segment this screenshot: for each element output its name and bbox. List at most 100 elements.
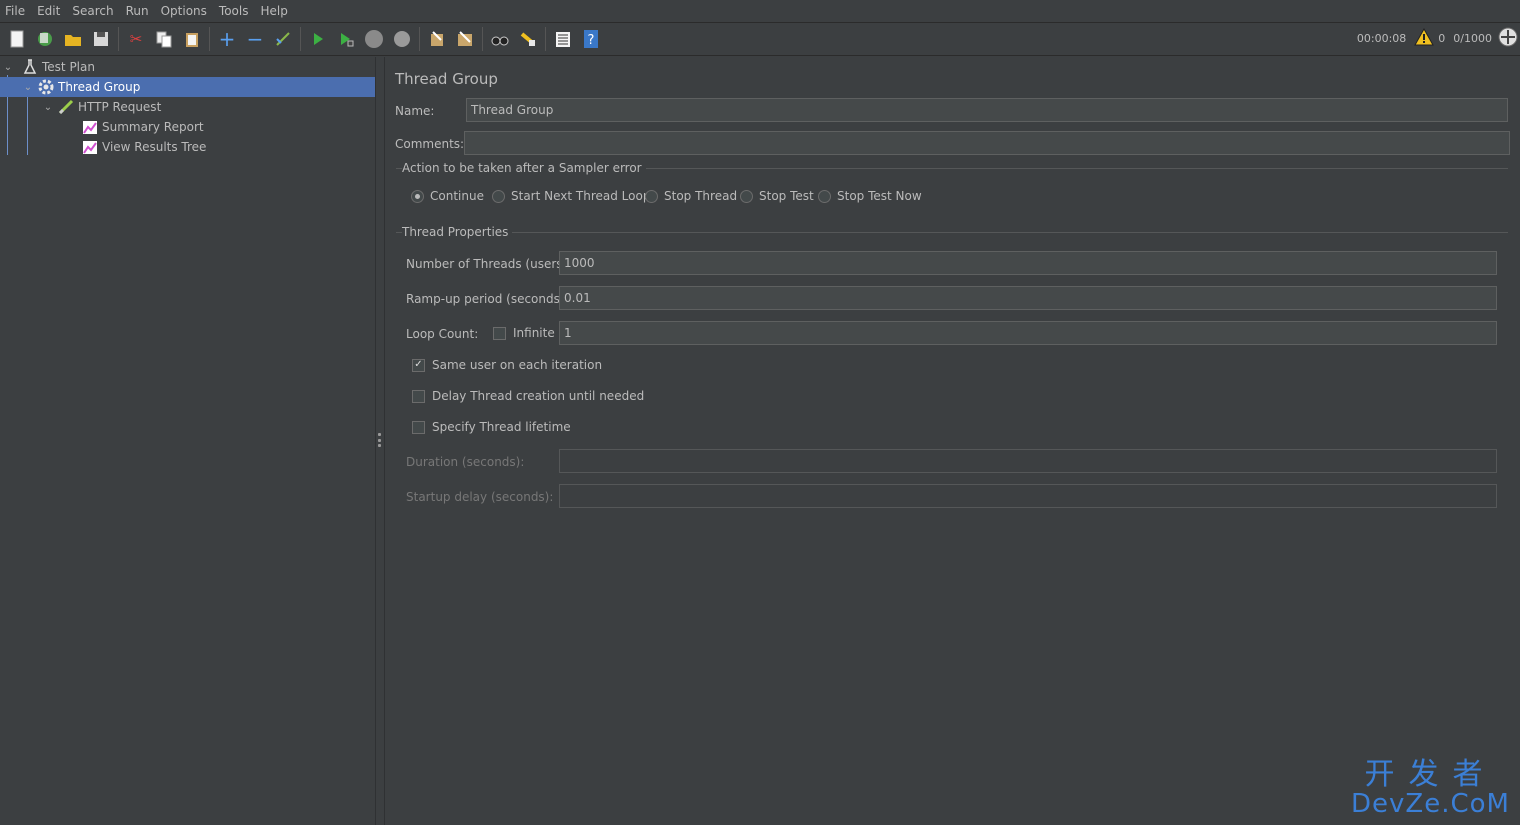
menu-search[interactable]: Search — [66, 4, 119, 18]
stop-icon[interactable] — [363, 28, 385, 50]
copy-icon[interactable] — [153, 28, 175, 50]
panel-title: Thread Group — [395, 70, 498, 88]
threads-label: Number of Threads (users): — [406, 257, 572, 271]
tree-item-summary-report[interactable]: Summary Report — [0, 117, 204, 137]
menu-options[interactable]: Options — [155, 4, 213, 18]
tree-item-test-plan[interactable]: ⌄ Test Plan — [2, 57, 95, 77]
radio-button-selected[interactable] — [411, 189, 424, 203]
rampup-input[interactable]: 0.01 — [559, 286, 1497, 310]
templates-icon[interactable] — [34, 28, 56, 50]
chevron-down-icon[interactable]: ⌄ — [2, 62, 14, 73]
loop-count-input[interactable]: 1 — [559, 321, 1497, 345]
watermark-logo: 开发者 DevZe.CoM — [1351, 759, 1510, 818]
menu-bar: File Edit Search Run Options Tools Help — [0, 0, 1520, 22]
help-icon[interactable]: ? — [580, 28, 602, 50]
listener-icon — [82, 119, 98, 135]
tree-item-label: Test Plan — [42, 60, 95, 74]
startup-delay-input — [559, 484, 1497, 508]
section-border — [396, 232, 1508, 233]
delay-thread-row[interactable]: Delay Thread creation until needed — [412, 389, 644, 403]
new-icon[interactable] — [6, 28, 28, 50]
same-user-checkbox[interactable]: ✓ — [412, 358, 425, 372]
tree-item-thread-group[interactable]: ⌄ Thread Group — [0, 77, 375, 97]
thread-properties-title: Thread Properties — [402, 225, 513, 239]
thread-lifetime-label: Specify Thread lifetime — [432, 420, 571, 434]
chevron-down-icon[interactable]: ⌄ — [22, 82, 34, 93]
start-icon[interactable] — [307, 28, 329, 50]
sampler-icon — [58, 99, 74, 115]
toolbar-separator — [482, 27, 483, 51]
infinite-checkbox-row[interactable]: Infinite — [493, 326, 555, 340]
duration-label: Duration (seconds): — [406, 455, 525, 469]
open-icon[interactable] — [62, 28, 84, 50]
toolbar-separator — [419, 27, 420, 51]
save-icon[interactable] — [90, 28, 112, 50]
toolbar-separator — [300, 27, 301, 51]
radio-button[interactable] — [645, 189, 658, 203]
test-plan-icon — [22, 59, 38, 75]
status-area: 00:00:08 0 0/1000 — [1353, 27, 1518, 50]
warning-count: 0 — [1438, 32, 1446, 45]
chevron-down-icon[interactable]: ⌄ — [42, 102, 54, 113]
name-label: Name: — [395, 104, 435, 118]
cut-icon[interactable]: ✂ — [125, 28, 147, 50]
radio-start-next-loop[interactable]: Start Next Thread Loop — [492, 189, 650, 203]
radio-continue[interactable]: Continue — [411, 189, 484, 203]
toggle-icon[interactable] — [272, 28, 294, 50]
thread-group-icon — [38, 79, 54, 95]
radio-stop-test-now[interactable]: Stop Test Now — [818, 189, 922, 203]
tree-item-http-request[interactable]: ⌄ HTTP Request — [0, 97, 161, 117]
threads-input[interactable]: 1000 — [559, 251, 1497, 275]
remote-status-icon[interactable] — [1498, 27, 1518, 50]
toolbar: ✂ + − ? — [0, 22, 1520, 56]
split-grip-icon[interactable] — [378, 433, 381, 447]
warning-icon[interactable] — [1414, 27, 1435, 49]
tree-item-label: View Results Tree — [102, 140, 207, 154]
radio-stop-test[interactable]: Stop Test — [740, 189, 814, 203]
loop-count-label: Loop Count: — [406, 327, 479, 341]
function-helper-icon[interactable] — [552, 28, 574, 50]
toolbar-separator — [118, 27, 119, 51]
clear-icon[interactable] — [426, 28, 448, 50]
comments-input[interactable] — [464, 131, 1510, 155]
tree-item-view-results-tree[interactable]: View Results Tree — [0, 137, 206, 157]
toolbar-separator — [209, 27, 210, 51]
duration-input — [559, 449, 1497, 473]
tree-item-label: HTTP Request — [78, 100, 162, 114]
delay-thread-checkbox[interactable] — [412, 389, 425, 403]
search-icon[interactable] — [489, 28, 511, 50]
name-input[interactable]: Thread Group — [466, 98, 1508, 122]
radio-button[interactable] — [740, 189, 753, 203]
toolbar-separator — [545, 27, 546, 51]
shutdown-icon[interactable] — [391, 28, 413, 50]
radio-label: Stop Test Now — [837, 189, 922, 203]
same-user-label: Same user on each iteration — [432, 358, 603, 372]
test-plan-tree: ⌄ Test Plan ⌄ Thread Group ⌄ HTTP Reques… — [0, 57, 375, 825]
elapsed-time: 00:00:08 — [1356, 32, 1407, 45]
same-user-row[interactable]: ✓ Same user on each iteration — [412, 358, 602, 372]
infinite-checkbox[interactable] — [493, 326, 506, 340]
listener-icon — [82, 139, 98, 155]
sampler-error-title: Action to be taken after a Sampler error — [402, 161, 646, 175]
thread-lifetime-row[interactable]: Specify Thread lifetime — [412, 420, 571, 434]
delay-thread-label: Delay Thread creation until needed — [432, 389, 645, 403]
infinite-label: Infinite — [513, 326, 555, 340]
reset-search-icon[interactable] — [517, 28, 539, 50]
tree-item-label: Thread Group — [58, 80, 141, 94]
menu-run[interactable]: Run — [120, 4, 155, 18]
menu-file[interactable]: File — [0, 4, 31, 18]
menu-help[interactable]: Help — [254, 4, 293, 18]
radio-button[interactable] — [492, 189, 505, 203]
clear-all-icon[interactable] — [454, 28, 476, 50]
paste-icon[interactable] — [181, 28, 203, 50]
thread-lifetime-checkbox[interactable] — [412, 420, 425, 434]
radio-label: Stop Test — [759, 189, 814, 203]
collapse-icon[interactable]: − — [244, 28, 266, 50]
start-no-pause-icon[interactable] — [335, 28, 357, 50]
radio-stop-thread[interactable]: Stop Thread — [645, 189, 737, 203]
menu-edit[interactable]: Edit — [31, 4, 66, 18]
menu-tools[interactable]: Tools — [213, 4, 255, 18]
rampup-label: Ramp-up period (seconds): — [406, 292, 569, 306]
radio-button[interactable] — [818, 189, 831, 203]
expand-icon[interactable]: + — [216, 28, 238, 50]
